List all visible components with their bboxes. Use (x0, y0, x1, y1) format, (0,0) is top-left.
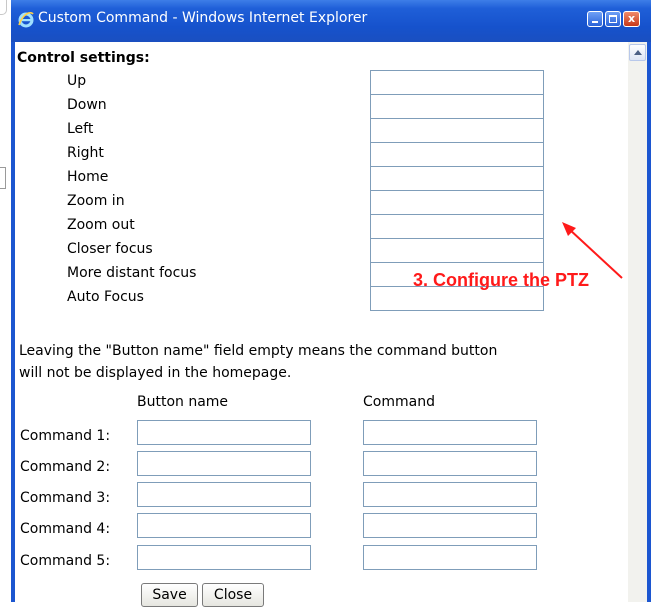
minimize-icon[interactable] (587, 11, 603, 27)
command-3-label: Command 3: (20, 490, 111, 506)
title-bar[interactable]: Custom Command - Windows Internet Explor… (11, 0, 651, 42)
command-3-command-field[interactable] (363, 482, 537, 507)
window-title: Custom Command - Windows Internet Explor… (38, 10, 368, 26)
control-label-closer-focus: Closer focus (67, 241, 153, 257)
control-down-field[interactable] (370, 94, 544, 119)
command-5-label: Command 5: (20, 553, 111, 569)
control-label-up: Up (67, 73, 87, 89)
command-5-command-field[interactable] (363, 545, 537, 570)
control-label-zoom-in: Zoom in (67, 193, 125, 209)
command-1-button-name-field[interactable] (137, 420, 311, 445)
note-line-1: Leaving the "Button name" field empty me… (19, 343, 498, 359)
command-4-button-name-field[interactable] (137, 513, 311, 538)
command-2-button-name-field[interactable] (137, 451, 311, 476)
scroll-up-arrow-icon[interactable] (629, 44, 646, 61)
control-label-home: Home (67, 169, 109, 185)
control-label-more-distant-focus: More distant focus (67, 265, 197, 281)
popup-window: Custom Command - Windows Internet Explor… (11, 0, 651, 607)
vertical-scrollbar[interactable] (628, 42, 647, 602)
control-label-zoom-out: Zoom out (67, 217, 135, 233)
control-right-field[interactable] (370, 142, 544, 167)
control-settings-heading: Control settings: (17, 50, 150, 66)
maximize-icon[interactable] (605, 11, 621, 27)
control-home-field[interactable] (370, 166, 544, 191)
command-header: Command (363, 394, 435, 410)
control-label-auto-focus: Auto Focus (67, 289, 144, 305)
ie-logo-icon (18, 11, 34, 28)
control-closer-focus-field[interactable] (370, 238, 544, 263)
background-field-edge (0, 167, 6, 189)
control-label-right: Right (67, 145, 104, 161)
command-1-label: Command 1: (20, 428, 111, 444)
control-zoom-out-field[interactable] (370, 214, 544, 239)
background-tab-edge (0, 0, 7, 15)
save-button[interactable]: Save (141, 583, 198, 607)
command-2-command-field[interactable] (363, 451, 537, 476)
note-line-2: will not be displayed in the homepage. (19, 365, 292, 381)
control-label-left: Left (67, 121, 94, 137)
window-frame-right (647, 42, 651, 602)
control-zoom-in-field[interactable] (370, 190, 544, 215)
control-up-field[interactable] (370, 70, 544, 95)
command-4-label: Command 4: (20, 521, 111, 537)
control-label-down: Down (67, 97, 107, 113)
command-3-button-name-field[interactable] (137, 482, 311, 507)
close-button[interactable]: Close (202, 583, 264, 607)
close-icon[interactable]: x (623, 11, 640, 27)
command-1-command-field[interactable] (363, 420, 537, 445)
window-frame-left (11, 42, 15, 602)
annotation-callout: 3. Configure the PTZ (413, 270, 590, 290)
command-5-button-name-field[interactable] (137, 545, 311, 570)
button-name-header: Button name (137, 394, 229, 410)
control-left-field[interactable] (370, 118, 544, 143)
command-2-label: Command 2: (20, 459, 111, 475)
command-4-command-field[interactable] (363, 513, 537, 538)
